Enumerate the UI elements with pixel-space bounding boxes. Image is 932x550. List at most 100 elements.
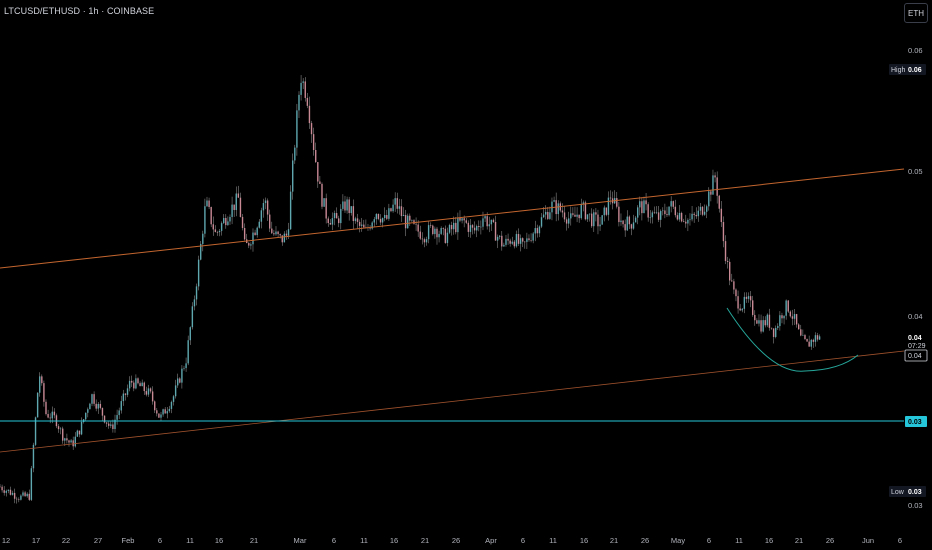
candle-body	[394, 198, 396, 205]
candle-body	[551, 201, 553, 213]
candle-body	[407, 215, 409, 229]
candle-body	[670, 201, 672, 207]
candle-body	[16, 498, 18, 500]
candle-body	[174, 385, 177, 397]
candle-body	[112, 424, 114, 430]
candle-body	[218, 230, 221, 233]
candle-body	[662, 210, 664, 212]
candle-body	[308, 105, 311, 124]
upper-trendline[interactable]	[0, 168, 905, 269]
candle-body	[760, 320, 762, 332]
candle-body	[505, 238, 507, 245]
candle-body	[358, 221, 361, 226]
candle-body	[478, 226, 480, 228]
candle-body	[605, 207, 608, 215]
candle-body	[601, 215, 603, 225]
price-labels: High 0.060.0407:290.040.03Low 0.03	[889, 64, 928, 497]
candle-body	[43, 383, 45, 402]
candle-body	[628, 216, 631, 225]
candle-body	[260, 210, 263, 222]
candle-body	[379, 218, 382, 223]
candle-body	[519, 238, 522, 244]
candle-body	[47, 414, 49, 418]
candle-body	[131, 380, 133, 383]
candle-body	[714, 175, 716, 178]
price-chart[interactable]: 0.060.050.040.03 12 17 22 27 Feb 6 11 16 21 Mar 6 1…	[0, 0, 932, 550]
candle-body	[488, 224, 490, 227]
candle-body	[465, 220, 467, 223]
candle-body	[135, 378, 137, 389]
candle-body	[540, 217, 543, 227]
candle-body	[302, 81, 304, 83]
candle-body	[440, 228, 442, 234]
candle-body	[45, 401, 47, 415]
candle-body	[208, 200, 210, 208]
candle-body	[404, 215, 407, 229]
candle-body	[30, 468, 33, 500]
candle-body	[275, 231, 277, 235]
candle-body	[561, 210, 564, 213]
x-tick-label: 16	[580, 536, 588, 545]
candle-body	[526, 238, 528, 242]
candle-body	[772, 328, 775, 337]
candle-body	[814, 335, 817, 342]
candle-body	[141, 382, 143, 387]
candle-body	[216, 232, 219, 233]
x-tick-label: 16	[765, 536, 773, 545]
candle-body	[722, 222, 725, 242]
candle-body	[622, 220, 624, 225]
candle-body	[524, 241, 526, 243]
x-tick-label: 16	[215, 536, 223, 545]
candle-body	[657, 212, 660, 220]
candle-body	[392, 204, 394, 212]
candle-body	[563, 212, 566, 220]
candle-body	[808, 341, 810, 347]
candle-body	[179, 378, 181, 383]
candle-body	[239, 197, 242, 217]
candle-body	[737, 296, 739, 309]
candle-body	[315, 150, 317, 163]
candle-body	[457, 217, 459, 233]
candle-body	[193, 299, 196, 307]
candle-body	[170, 401, 173, 409]
candle-body	[779, 315, 781, 327]
candle-body	[695, 214, 697, 217]
candle-body	[204, 206, 206, 234]
candle-body	[202, 233, 204, 244]
candle-body	[269, 214, 271, 229]
candle-body	[22, 492, 24, 496]
candle-body	[812, 339, 815, 342]
candle-body	[312, 134, 315, 151]
candle-body	[126, 388, 129, 395]
candle-body	[363, 224, 365, 228]
candle-body	[448, 224, 451, 233]
candle-body	[574, 214, 576, 217]
candle-body	[762, 320, 764, 332]
candle-body	[432, 225, 434, 235]
x-axis: 12 17 22 27 Feb 6 11 16 21 Mar 6 11 16 21 26 Apr 6 11 16 21…	[2, 536, 902, 545]
x-tick-label: 11	[735, 536, 743, 545]
x-tick-label: 22	[62, 536, 70, 545]
candle-body	[223, 218, 225, 224]
candle-body	[20, 495, 22, 500]
candle-body	[91, 394, 93, 404]
lower-trendline[interactable]	[0, 350, 905, 453]
candle-body	[647, 204, 649, 218]
low-value: 0.03	[908, 489, 922, 496]
candle-body	[13, 492, 16, 499]
candle-body	[66, 438, 68, 441]
candle-body	[258, 221, 260, 228]
candle-body	[810, 339, 812, 347]
candle-body	[511, 241, 513, 244]
candle-body	[442, 228, 444, 229]
candle-body	[101, 407, 104, 416]
candle-body	[396, 198, 398, 209]
candle-body	[181, 368, 183, 383]
x-tick-label: 27	[94, 536, 102, 545]
candle-body	[143, 382, 145, 392]
candle-body	[499, 235, 501, 237]
candle-body	[87, 409, 89, 413]
candle-body	[545, 211, 547, 215]
candle-body	[720, 208, 723, 223]
candle-body	[503, 244, 505, 247]
